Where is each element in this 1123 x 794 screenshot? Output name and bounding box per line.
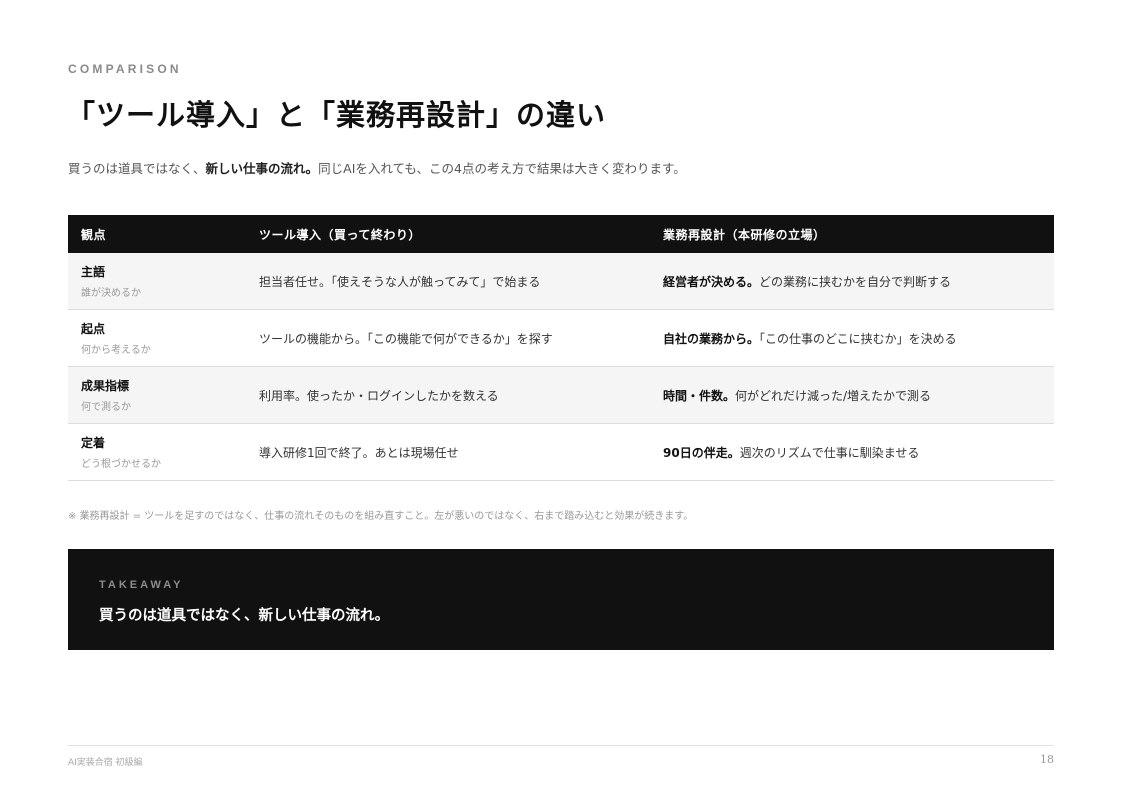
takeaway-box: TAKEAWAY 買うのは道具ではなく、新しい仕事の流れ。: [68, 549, 1054, 650]
table-row: 主語 誰が決めるか 担当者任せ。「使えそうな人が触ってみて」で始まる 経営者が決…: [68, 253, 1054, 310]
redesign-cell: 90日の伴走。週次のリズムで仕事に馴染ませる: [650, 423, 1054, 481]
redesign-cell: 自社の業務から。「この仕事のどこに挟むか」を決める: [650, 309, 1054, 367]
lead-emphasis: 新しい仕事の流れ。: [205, 161, 319, 176]
redesign-emphasis: 自社の業務から。: [663, 331, 760, 346]
redesign-emphasis: 時間・件数。: [663, 388, 736, 403]
table-row: 起点 何から考えるか ツールの機能から。「この機能で何ができるか」を探す 自社の…: [68, 309, 1054, 367]
comparison-table: 観点 ツール導入（買って終わり） 業務再設計（本研修の立場） 主語 誰が決めるか…: [68, 215, 1054, 481]
tool-cell: 導入研修1回で終了。あとは現場任せ: [246, 423, 650, 481]
tool-cell: 利用率。使ったか・ログインしたかを数える: [246, 366, 650, 424]
aspect-cell: 定着 どう根づかせるか: [68, 423, 246, 481]
footnote: ※ 業務再設計 = ツールを足すのではなく、仕事の流れそのものを組み直すこと。左…: [68, 511, 694, 522]
redesign-text: 何がどれだけ減った/増えたかで測る: [735, 388, 932, 403]
redesign-emphasis: 90日の伴走。: [663, 445, 740, 460]
column-header-redesign: 業務再設計（本研修の立場）: [650, 215, 1054, 253]
aspect-sublabel: どう根づかせるか: [81, 459, 161, 470]
column-header-tool: ツール導入（買って終わり）: [246, 215, 650, 253]
aspect-label: 主語: [81, 265, 106, 279]
table-row: 成果指標 何で測るか 利用率。使ったか・ログインしたかを数える 時間・件数。何が…: [68, 366, 1054, 424]
section-eyebrow: COMPARISON: [68, 62, 182, 76]
footer-course-title: AI実装合宿 初級編: [68, 758, 143, 768]
column-header-aspect: 観点: [68, 215, 246, 253]
tool-cell: ツールの機能から。「この機能で何ができるか」を探す: [246, 309, 650, 367]
aspect-cell: 主語 誰が決めるか: [68, 253, 246, 310]
table-header-row: 観点 ツール導入（買って終わり） 業務再設計（本研修の立場）: [68, 215, 1054, 253]
footer-divider: [68, 745, 1054, 746]
takeaway-label: TAKEAWAY: [99, 579, 184, 591]
lead-prefix: 買うのは道具ではなく、: [68, 161, 206, 176]
redesign-cell: 時間・件数。何がどれだけ減った/増えたかで測る: [650, 366, 1054, 424]
redesign-text: 「この仕事のどこに挟むか」を決める: [759, 331, 957, 346]
page-number: 18: [1040, 753, 1054, 766]
aspect-sublabel: 何から考えるか: [81, 345, 151, 356]
aspect-sublabel: 誰が決めるか: [81, 288, 141, 299]
lead-suffix: 同じAIを入れても、この4点の考え方で結果は大きく変わります。: [318, 161, 686, 176]
comparison-table-wrapper: 観点 ツール導入（買って終わり） 業務再設計（本研修の立場） 主語 誰が決めるか…: [68, 215, 1054, 481]
aspect-cell: 成果指標 何で測るか: [68, 366, 246, 424]
redesign-emphasis: 経営者が決める。: [663, 274, 760, 289]
table-row: 定着 どう根づかせるか 導入研修1回で終了。あとは現場任せ 90日の伴走。週次の…: [68, 423, 1054, 481]
page-title: 「ツール導入」と「業務再設計」の違い: [66, 98, 607, 132]
redesign-text: どの業務に挟むかを自分で判断する: [759, 274, 952, 289]
aspect-label: 定着: [81, 436, 106, 450]
tool-cell: 担当者任せ。「使えそうな人が触ってみて」で始まる: [246, 253, 650, 310]
aspect-cell: 起点 何から考えるか: [68, 309, 246, 367]
lead-text: 買うのは道具ではなく、新しい仕事の流れ。同じAIを入れても、この4点の考え方で結…: [68, 158, 686, 177]
redesign-cell: 経営者が決める。どの業務に挟むかを自分で判断する: [650, 253, 1054, 310]
aspect-label: 成果指標: [81, 379, 130, 393]
aspect-sublabel: 何で測るか: [81, 402, 131, 413]
takeaway-text: 買うのは道具ではなく、新しい仕事の流れ。: [99, 608, 390, 624]
redesign-text: 週次のリズムで仕事に馴染ませる: [739, 445, 920, 460]
aspect-label: 起点: [81, 322, 106, 336]
